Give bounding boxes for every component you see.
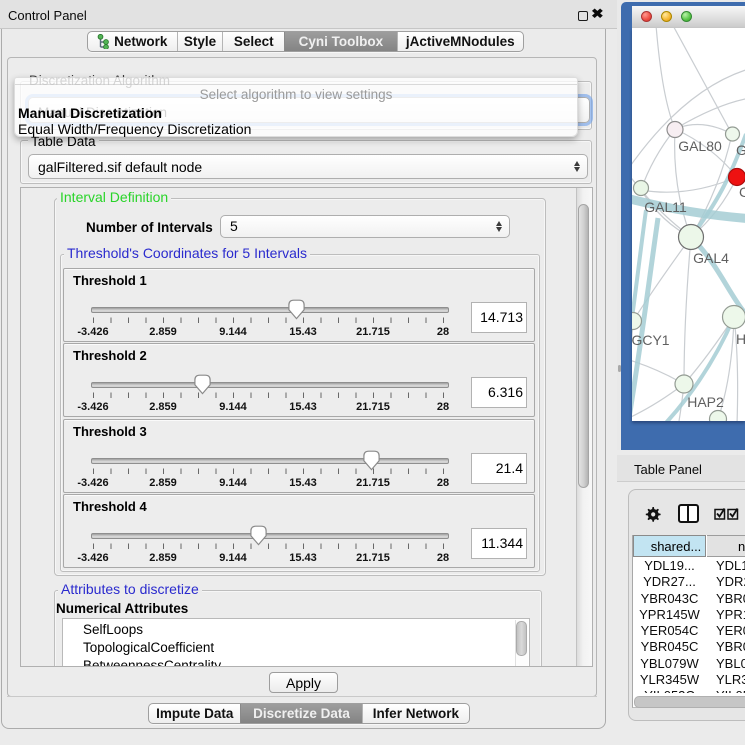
- svg-text:GAL80: GAL80: [678, 138, 722, 154]
- svg-text:GCY1: GCY1: [632, 332, 670, 348]
- svg-text:GA: GA: [736, 142, 745, 158]
- svg-text:GAL11: GAL11: [644, 199, 687, 215]
- svg-text:C: C: [739, 184, 745, 200]
- svg-text:HAP2: HAP2: [687, 394, 724, 410]
- svg-text:H: H: [736, 331, 745, 347]
- svg-text:GAL4: GAL4: [693, 250, 729, 266]
